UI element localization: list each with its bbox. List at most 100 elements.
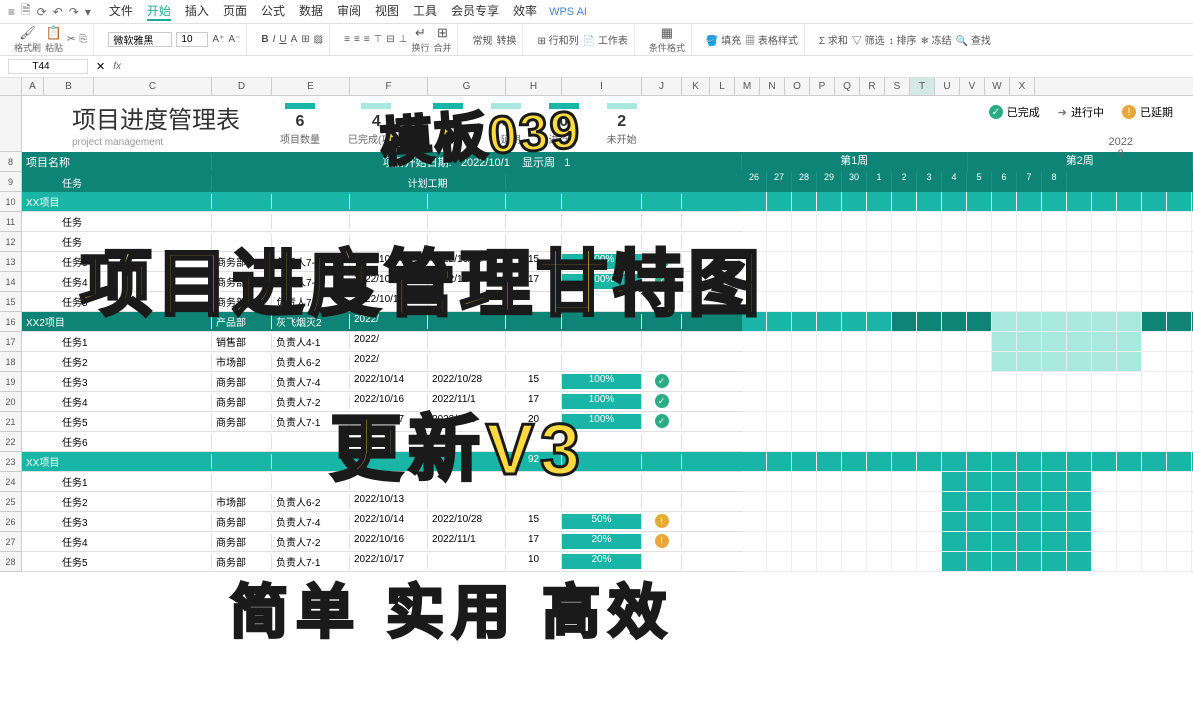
font-selector[interactable] <box>108 32 172 47</box>
menu-tab-10[interactable]: 效率 <box>513 2 537 21</box>
menu-tab-5[interactable]: 数据 <box>299 2 323 21</box>
col-header[interactable]: Q <box>835 78 860 95</box>
row-header[interactable]: 17 <box>0 332 22 352</box>
row-header[interactable]: 15 <box>0 292 22 312</box>
find-button[interactable]: 🔍 查找 <box>956 32 991 47</box>
worksheet-button[interactable]: 📄 工作表 <box>583 32 628 47</box>
wrap-button[interactable]: ↵换行 <box>411 25 429 54</box>
freeze-button[interactable]: ❄ 冻结 <box>920 32 951 47</box>
col-header[interactable]: G <box>428 78 506 95</box>
col-header[interactable]: J <box>642 78 682 95</box>
name-box[interactable] <box>8 59 88 74</box>
cond-format-button[interactable]: ▦条件格式 <box>649 25 685 54</box>
col-header[interactable]: C <box>94 78 212 95</box>
underline-icon[interactable]: U <box>279 34 286 45</box>
row-header[interactable]: 18 <box>0 352 22 372</box>
row-header[interactable]: 10 <box>0 192 22 212</box>
col-header[interactable]: B <box>44 78 94 95</box>
font-color-icon[interactable]: A <box>291 34 298 45</box>
col-header[interactable]: D <box>212 78 272 95</box>
row-header[interactable]: 28 <box>0 552 22 572</box>
paste-button[interactable]: 📋粘贴 <box>45 25 63 54</box>
table-row[interactable]: 任务5商务部负责人7-12022/10/172022/11/520100%✓ <box>22 412 1193 432</box>
table-row[interactable]: 任务3商务部负责人7-42022/10/142022/10/2815100%✓ <box>22 252 1193 272</box>
menu-tab-0[interactable]: 文件 <box>109 2 133 21</box>
row-header[interactable] <box>0 96 22 152</box>
align-left-icon[interactable]: ≡ <box>344 34 350 45</box>
row-header[interactable]: 12 <box>0 232 22 252</box>
copy-icon[interactable]: ⎘ <box>79 34 87 45</box>
col-header[interactable]: H <box>506 78 562 95</box>
valign-mid-icon[interactable]: ⊟ <box>386 34 394 45</box>
menu-tab-4[interactable]: 公式 <box>261 2 285 21</box>
col-header[interactable]: E <box>272 78 350 95</box>
save-icon[interactable]: 🗎 <box>21 1 31 22</box>
col-header[interactable]: T <box>910 78 935 95</box>
table-style-button[interactable]: ▦ 表格样式 <box>745 32 798 47</box>
table-row[interactable]: 任务5商务部负责人7-12022/10/171020% <box>22 552 1193 572</box>
table-row[interactable]: 任务3商务部负责人7-42022/10/142022/10/2815100%✓ <box>22 372 1193 392</box>
table-row[interactable]: 任务1销售部负责人4-12022/ <box>22 332 1193 352</box>
rowcol-button[interactable]: ⊞ 行和列 <box>537 32 578 47</box>
row-header[interactable]: 27 <box>0 532 22 552</box>
sort-button[interactable]: ↕ 排序 <box>889 32 917 47</box>
sheet-content[interactable]: 项目进度管理表 project management 6项目数量4已完成(项目)… <box>22 96 1193 572</box>
italic-icon[interactable]: I <box>273 34 276 45</box>
col-header[interactable]: N <box>760 78 785 95</box>
col-header[interactable]: I <box>562 78 642 95</box>
cancel-icon[interactable]: ✕ <box>96 60 105 73</box>
menu-tab-3[interactable]: 页面 <box>223 2 247 21</box>
table-row[interactable]: 任务5商务部负责人7-12022/10/17 <box>22 292 1193 312</box>
valign-top-icon[interactable]: ⊤ <box>374 34 383 45</box>
col-header[interactable]: F <box>350 78 428 95</box>
row-header[interactable]: 13 <box>0 252 22 272</box>
refresh-icon[interactable]: ⟳ <box>37 5 47 19</box>
size-selector[interactable] <box>176 32 208 47</box>
convert-button[interactable]: 转换 <box>496 32 516 47</box>
table-row[interactable]: 任务1 <box>22 472 1193 492</box>
col-header[interactable]: P <box>810 78 835 95</box>
row-header[interactable]: 22 <box>0 432 22 452</box>
sum-button[interactable]: Σ 求和 <box>819 32 848 47</box>
row-header[interactable]: 9 <box>0 172 22 192</box>
increase-font-icon[interactable]: A⁺ <box>212 34 224 45</box>
table-row[interactable]: 任务4商务部负责人7-22022/10/162022/11/117100%✓ <box>22 392 1193 412</box>
col-header[interactable]: W <box>985 78 1010 95</box>
menu-tab-9[interactable]: 会员专享 <box>451 2 499 21</box>
select-all-corner[interactable] <box>0 78 22 95</box>
valign-bot-icon[interactable]: ⊥ <box>399 34 408 45</box>
col-header[interactable]: K <box>682 78 710 95</box>
number-format[interactable]: 常规 <box>472 32 492 47</box>
cut-icon[interactable]: ✂ <box>67 34 75 45</box>
col-header[interactable]: S <box>885 78 910 95</box>
table-row[interactable]: XX项目 <box>22 192 1193 212</box>
menu-icon[interactable]: ≡ <box>8 5 15 19</box>
merge-button[interactable]: ⊞合并 <box>433 25 451 54</box>
col-header[interactable]: U <box>935 78 960 95</box>
col-header[interactable]: R <box>860 78 885 95</box>
row-header[interactable]: 19 <box>0 372 22 392</box>
table-row[interactable]: 任务 <box>22 232 1193 252</box>
table-row[interactable]: 任务 <box>22 212 1193 232</box>
col-header[interactable]: V <box>960 78 985 95</box>
fill-button[interactable]: 🪣 填充 <box>706 32 741 47</box>
table-row[interactable]: 任务4商务部负责人7-22022/10/162022/11/117100%✓ <box>22 272 1193 292</box>
row-header[interactable]: 25 <box>0 492 22 512</box>
redo-icon[interactable]: ↷ <box>69 5 79 19</box>
menu-tab-8[interactable]: 工具 <box>413 2 437 21</box>
wps-ai-button[interactable]: WPS AI <box>549 6 587 18</box>
row-header[interactable]: 26 <box>0 512 22 532</box>
row-header[interactable]: 20 <box>0 392 22 412</box>
col-header[interactable]: O <box>785 78 810 95</box>
table-row[interactable]: 任务2市场部负责人6-22022/ <box>22 352 1193 372</box>
table-row[interactable]: XX项目92 <box>22 452 1193 472</box>
table-row[interactable]: 任务2市场部负责人6-22022/10/13 <box>22 492 1193 512</box>
menu-tab-2[interactable]: 插入 <box>185 2 209 21</box>
row-header[interactable]: 23 <box>0 452 22 472</box>
table-row[interactable]: XX2项目产品部灰飞烟灭22022/ <box>22 312 1193 332</box>
fx-icon[interactable]: fx <box>113 61 121 72</box>
align-right-icon[interactable]: ≡ <box>364 34 370 45</box>
row-header[interactable]: 21 <box>0 412 22 432</box>
format-painter[interactable]: 🖌格式刷 <box>14 25 41 54</box>
undo-icon[interactable]: ↶ <box>53 5 63 19</box>
